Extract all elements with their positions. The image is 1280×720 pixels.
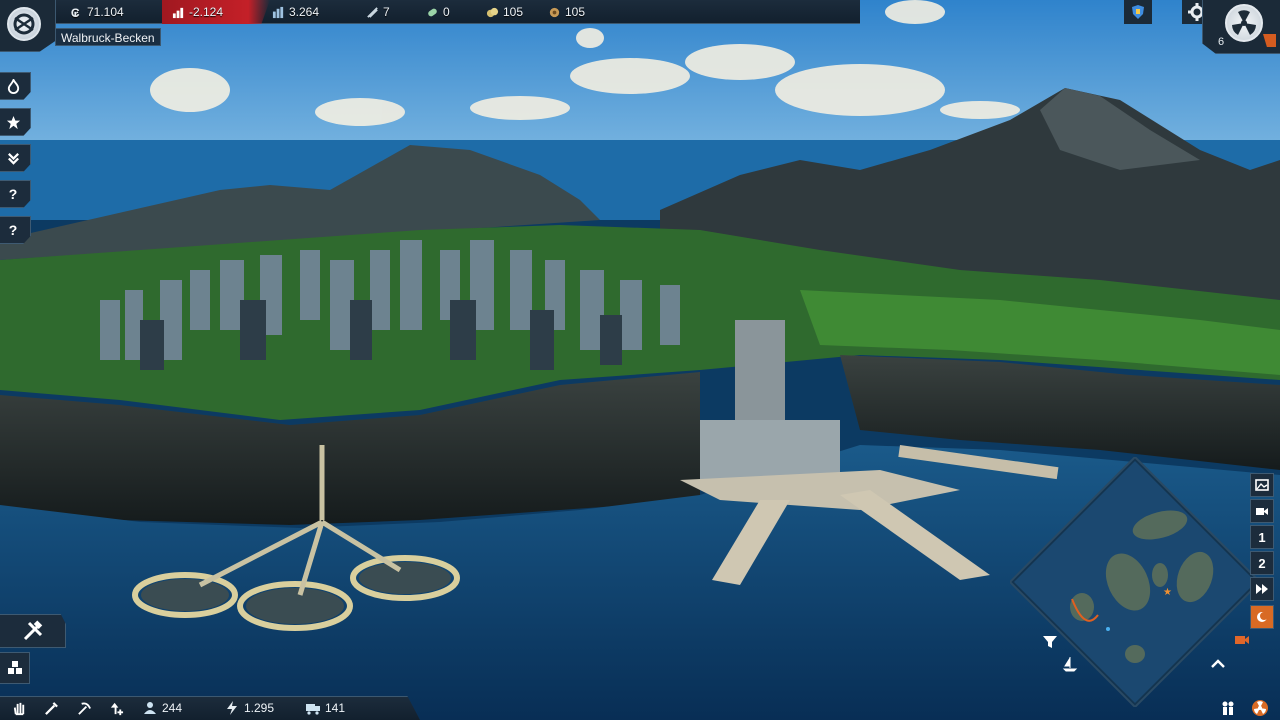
- pipette-tool-button[interactable]: [41, 699, 61, 717]
- sidebar-collapse-button[interactable]: [0, 144, 31, 172]
- sailboat-icon: [1062, 657, 1078, 672]
- radiation-icon[interactable]: [1225, 4, 1263, 42]
- coins-icon: [486, 7, 499, 17]
- double-chevron-icon: [7, 152, 19, 165]
- minimap-ships-button[interactable]: [1058, 653, 1082, 675]
- fast-forward-button[interactable]: [1250, 577, 1274, 601]
- energy-value: 1.295: [244, 701, 275, 715]
- speed-1-button[interactable]: 1: [1250, 525, 1274, 549]
- blueprint-button[interactable]: [0, 652, 30, 684]
- question-icon: ?: [8, 222, 18, 238]
- star-icon: [6, 115, 20, 129]
- people-icon: [1222, 701, 1234, 715]
- speed-2-button[interactable]: 2: [1250, 551, 1274, 575]
- goods-b-counter[interactable]: 105: [548, 0, 585, 24]
- population-value: 244: [162, 701, 183, 715]
- quest-log-button[interactable]: [1124, 0, 1152, 24]
- sidebar-help-button-1[interactable]: ?: [0, 180, 31, 208]
- lightning-icon: [227, 701, 237, 715]
- fire-icon: [7, 78, 19, 94]
- question-icon: ?: [8, 186, 18, 202]
- minimap-filter-button[interactable]: [1038, 631, 1062, 653]
- demolish-tool-button[interactable]: [74, 699, 94, 717]
- credits-icon: ₢: [71, 6, 80, 19]
- balance-chart-icon: [172, 7, 184, 18]
- radiation-small-icon: [1252, 700, 1268, 716]
- filter-icon: [1043, 636, 1057, 648]
- sidebar-fire-button[interactable]: [0, 72, 31, 100]
- population-stat[interactable]: 244: [142, 696, 182, 720]
- ships-counter[interactable]: 7: [366, 0, 390, 24]
- energy-stat[interactable]: 1.295: [224, 696, 274, 720]
- influence-icon: [272, 6, 284, 18]
- bottom-toolbar: [0, 696, 420, 720]
- logistics-stat[interactable]: 141: [305, 696, 345, 720]
- goods-a-value: 105: [503, 5, 524, 19]
- truck-icon: [306, 704, 320, 715]
- sidebar-help-button-2[interactable]: ?: [0, 216, 31, 244]
- resource-bar: ₢ 71.104 -2.124 3.264 7 0 105 105: [0, 0, 1280, 24]
- credits-value: 71.104: [87, 5, 124, 19]
- weather-icon: [1257, 612, 1268, 622]
- camera-icon: [1256, 508, 1268, 515]
- pickaxe-icon: [77, 701, 91, 715]
- sidebar-favorites-button[interactable]: [0, 108, 31, 136]
- ships-value: 7: [383, 5, 390, 19]
- upgrade-tool-button[interactable]: [106, 699, 126, 717]
- radiation-count: 6: [1218, 36, 1225, 48]
- sailors-counter[interactable]: 0: [426, 0, 450, 24]
- balance-counter[interactable]: -2.124: [172, 0, 223, 24]
- cinematic-camera-button[interactable]: [1250, 499, 1274, 523]
- goods-a-counter[interactable]: 105: [486, 0, 523, 24]
- construction-menu-button[interactable]: [0, 614, 66, 648]
- influence-value: 3.264: [289, 5, 320, 19]
- screenshot-button[interactable]: [1250, 473, 1274, 497]
- pipette-icon: [44, 701, 58, 715]
- minimap-camera-button[interactable]: [1230, 629, 1254, 651]
- svg-text:★: ★: [1163, 587, 1172, 598]
- weather-button[interactable]: [1250, 605, 1274, 629]
- corporation-logo-icon: [7, 7, 41, 41]
- upgrade-arrow-icon: [110, 702, 123, 715]
- population-icon: [144, 702, 156, 714]
- goods-b-value: 105: [565, 5, 586, 19]
- hand-icon: [13, 702, 24, 715]
- credits-counter[interactable]: ₢ 71.104: [70, 0, 124, 24]
- camera-icon: [1235, 636, 1249, 644]
- image-icon: [1255, 479, 1269, 491]
- hammer-wrench-icon: [23, 620, 42, 641]
- chevron-up-icon: [1211, 659, 1225, 668]
- influence-counter[interactable]: 3.264: [272, 0, 319, 24]
- corporation-emblem-panel[interactable]: [0, 0, 56, 52]
- crate-icon: [549, 7, 560, 17]
- sailors-value: 0: [443, 5, 450, 19]
- balance-value: -2.124: [189, 5, 224, 19]
- logistics-value: 141: [325, 701, 346, 715]
- diplomacy-button[interactable]: [1216, 696, 1240, 720]
- hand-tool-button[interactable]: [9, 699, 29, 717]
- crates-icon: [7, 661, 22, 674]
- minimap-expand-button[interactable]: [1206, 653, 1230, 675]
- region-name[interactable]: Walbruck-Becken: [55, 28, 161, 46]
- radiation-status-button[interactable]: [1248, 696, 1272, 720]
- svg-text:₢: ₢: [71, 6, 80, 19]
- pill-icon: [428, 8, 437, 16]
- fast-forward-icon: [1256, 584, 1268, 594]
- ship-icon: [367, 6, 378, 18]
- quest-shield-icon: [1132, 5, 1144, 19]
